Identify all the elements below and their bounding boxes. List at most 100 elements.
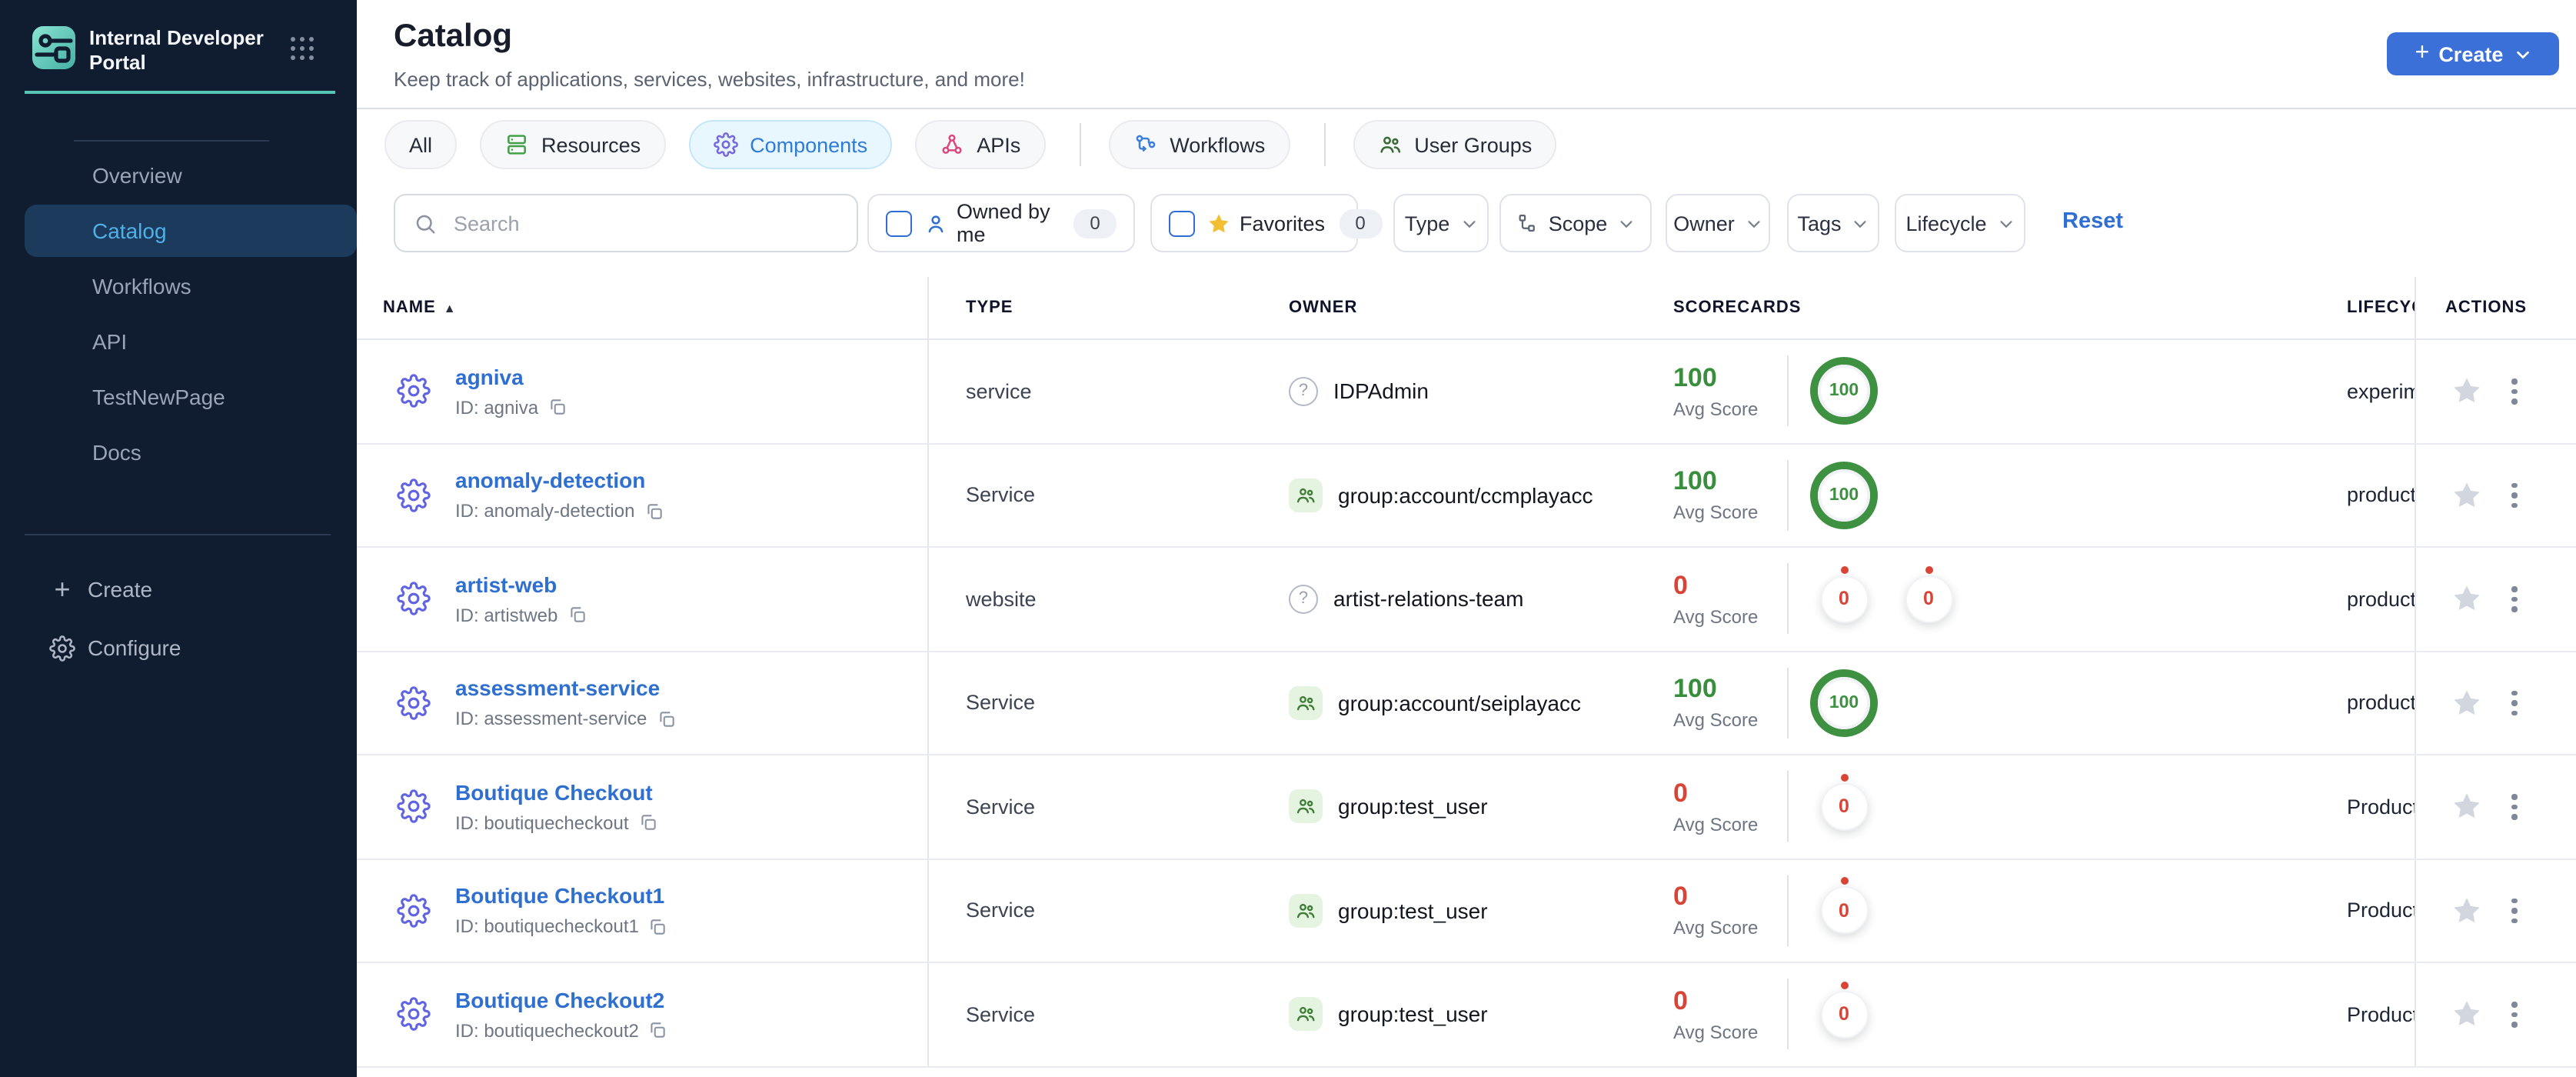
avg-score-label: Avg Score (1673, 709, 1759, 732)
lifecycle-dropdown[interactable]: Lifecycle (1895, 194, 2025, 252)
workflow-icon (1133, 132, 1157, 157)
avg-score-label: Avg Score (1673, 917, 1759, 939)
sidebar-item-docs[interactable]: Docs (0, 425, 357, 480)
favorites-label: Favorites (1240, 212, 1326, 235)
kebab-menu-icon[interactable] (2507, 789, 2521, 824)
column-header-scorecards: SCORECARDS (1673, 298, 1802, 317)
kebab-menu-icon[interactable] (2507, 997, 2521, 1032)
entity-type: Service (966, 899, 1036, 922)
chevron-down-icon (2516, 50, 2529, 58)
tab-components[interactable]: Components (688, 120, 893, 169)
scorecard-ring: 100 (1810, 357, 1878, 425)
kebab-menu-icon[interactable] (2507, 893, 2521, 928)
favorite-star-icon[interactable] (2451, 999, 2482, 1030)
entity-name-link[interactable]: assessment-service (455, 676, 676, 701)
sidebar-nav: Overview Catalog Workflows API TestNewPa… (0, 148, 357, 480)
column-header-name[interactable]: NAME ▲ (357, 277, 929, 338)
entity-name-link[interactable]: agniva (455, 365, 567, 389)
tab-divider (1323, 123, 1326, 166)
create-button[interactable]: + Create (2387, 32, 2559, 75)
kebab-menu-icon[interactable] (2507, 685, 2521, 720)
entity-type-tabs: All Resources Components APIs Workflows (384, 120, 1557, 169)
brand[interactable]: Internal Developer Portal (32, 26, 271, 76)
scope-dropdown[interactable]: Scope (1499, 194, 1652, 252)
sidebar-item-label: API (92, 329, 128, 354)
scorecard-ring: 0 (1820, 565, 1868, 623)
copy-icon[interactable] (648, 1021, 668, 1041)
avg-score-label: Avg Score (1673, 1021, 1759, 1043)
favorite-star-icon[interactable] (2451, 376, 2482, 407)
kebab-menu-icon[interactable] (2507, 374, 2521, 408)
app-window: Internal Developer Portal Overview Catal… (0, 0, 2576, 1077)
entity-name-link[interactable]: Boutique Checkout (455, 780, 658, 805)
search-input[interactable] (451, 210, 826, 236)
favorite-star-icon[interactable] (2451, 584, 2482, 615)
favorite-star-icon[interactable] (2451, 792, 2482, 822)
sidebar-configure-button[interactable]: Configure (0, 619, 357, 677)
entity-owner: group:test_user (1338, 898, 1488, 923)
scorecard-divider (1787, 667, 1789, 739)
sidebar-create-button[interactable]: + Create (0, 560, 357, 619)
copy-icon[interactable] (567, 605, 587, 625)
copy-icon[interactable] (638, 813, 658, 833)
table-row: assessment-service ID: assessment-servic… (357, 652, 2576, 755)
tab-user-groups[interactable]: User Groups (1353, 120, 1557, 169)
entity-owner: group:test_user (1338, 1002, 1488, 1027)
table-row: Boutique Checkout ID: boutiquecheckout S… (357, 755, 2576, 859)
favorites-filter[interactable]: Favorites 0 (1150, 194, 1383, 252)
table-body: agniva ID: agniva service IDPAdmin 100 A… (357, 340, 2576, 1067)
owned-by-me-checkbox[interactable] (886, 210, 912, 236)
kebab-menu-icon[interactable] (2507, 582, 2521, 616)
star-icon (1207, 212, 1230, 235)
tab-workflows[interactable]: Workflows (1108, 120, 1290, 169)
favorite-star-icon[interactable] (2451, 688, 2482, 719)
copy-icon[interactable] (648, 917, 668, 937)
tab-resources[interactable]: Resources (480, 120, 666, 169)
entity-lifecycle: Production (2347, 795, 2415, 819)
tab-label: Components (750, 133, 868, 156)
copy-icon[interactable] (547, 398, 567, 418)
tab-label: Resources (541, 133, 641, 156)
tab-all[interactable]: All (384, 120, 458, 169)
scorecard-ring: 0 (1820, 773, 1868, 831)
scorecard-rings: 0 (1810, 981, 1878, 1039)
sidebar-item-overview[interactable]: Overview (0, 148, 357, 203)
entity-type: Service (966, 691, 1036, 715)
type-dropdown[interactable]: Type (1393, 194, 1489, 252)
owner-dropdown[interactable]: Owner (1666, 194, 1770, 252)
entity-name-link[interactable]: anomaly-detection (455, 468, 664, 493)
kebab-menu-icon[interactable] (2507, 478, 2521, 512)
owned-by-me-filter[interactable]: Owned by me 0 (867, 194, 1135, 252)
apps-grid-icon[interactable] (291, 37, 315, 62)
entity-id: ID: agniva (455, 396, 539, 418)
entity-name-link[interactable]: Boutique Checkout2 (455, 988, 668, 1012)
tags-dropdown[interactable]: Tags (1787, 194, 1879, 252)
chevron-down-icon (1855, 220, 1867, 228)
scorecard-divider (1787, 355, 1789, 427)
group-icon (1289, 893, 1323, 928)
sidebar-item-api[interactable]: API (0, 314, 357, 369)
entity-name-link[interactable]: Boutique Checkout1 (455, 884, 668, 909)
hierarchy-icon (1516, 212, 1538, 234)
search-box (394, 194, 858, 252)
copy-icon[interactable] (656, 709, 676, 729)
favorite-star-icon[interactable] (2451, 895, 2482, 926)
sidebar-item-testnewpage[interactable]: TestNewPage (0, 369, 357, 425)
sidebar-item-label: Catalog (92, 218, 167, 243)
owned-by-me-count: 0 (1073, 208, 1117, 238)
sidebar-item-workflows[interactable]: Workflows (0, 258, 357, 314)
entity-owner: artist-relations-team (1333, 586, 1524, 612)
scorecard-divider (1787, 875, 1789, 946)
sidebar-item-label: Workflows (92, 274, 191, 298)
tab-apis[interactable]: APIs (915, 120, 1046, 169)
group-icon (1289, 685, 1323, 720)
favorites-checkbox[interactable] (1169, 210, 1195, 236)
entity-owner: group:account/ccmplayacc (1338, 482, 1593, 508)
copy-icon[interactable] (644, 502, 664, 522)
avg-score-label: Avg Score (1673, 813, 1759, 835)
sidebar-item-catalog[interactable]: Catalog (0, 203, 357, 258)
sidebar-item-label: Overview (92, 163, 182, 188)
reset-filters-link[interactable]: Reset (2062, 209, 2123, 234)
favorite-star-icon[interactable] (2451, 480, 2482, 511)
entity-name-link[interactable]: artist-web (455, 572, 587, 597)
